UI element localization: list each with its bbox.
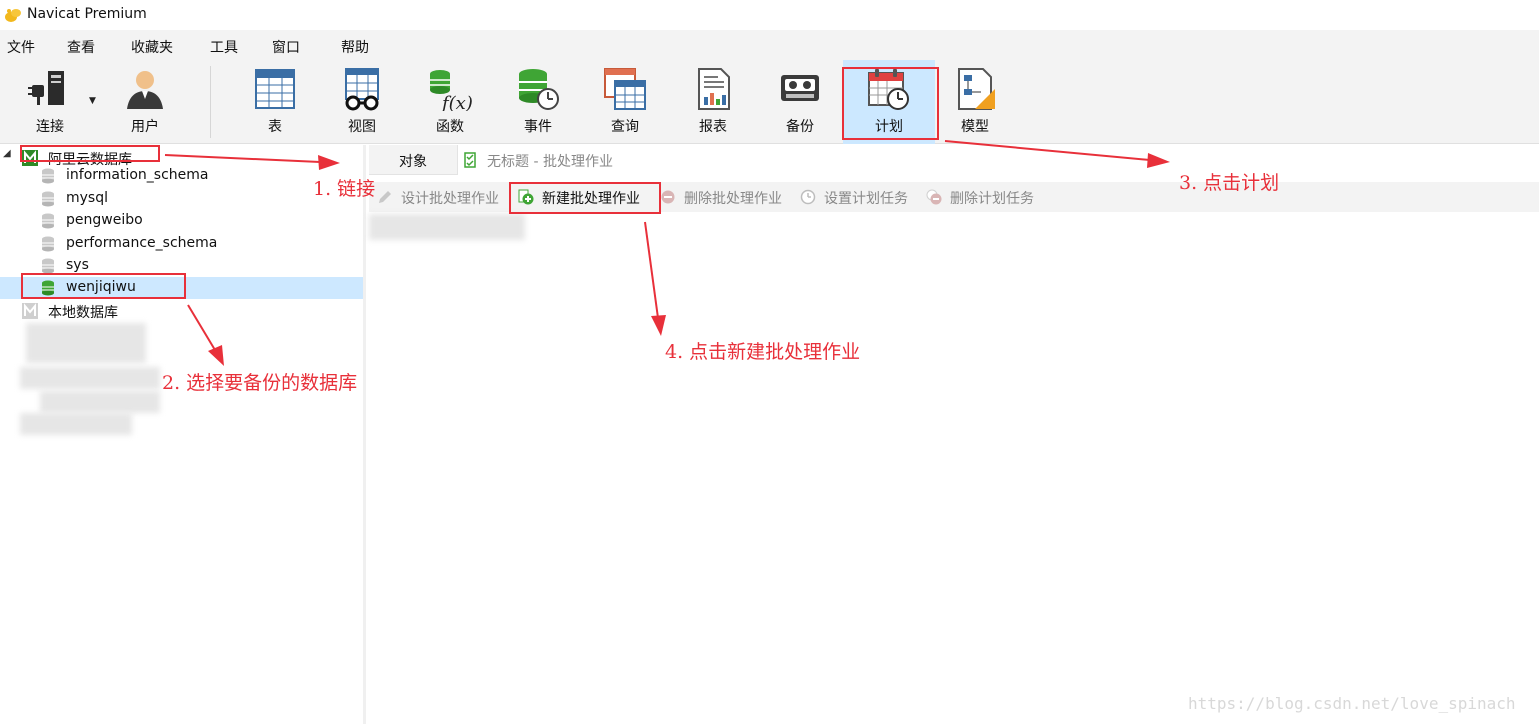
tree-database-pengweibo[interactable]: pengweibo: [0, 210, 363, 232]
watermark: https://blog.csdn.net/love_spinach: [1188, 694, 1516, 713]
model-icon: [958, 68, 995, 110]
window-title: Navicat Premium: [27, 6, 147, 22]
query-icon: [604, 68, 646, 110]
database-icon: [42, 236, 54, 252]
object-tab-bar: 对象 无标题 - 批处理作业: [369, 145, 1539, 175]
toolbar-model-label: 模型: [961, 119, 989, 135]
annotation-box-connection: [20, 145, 160, 162]
expand-arrow-icon[interactable]: ◢: [3, 148, 11, 159]
database-name: performance_schema: [66, 235, 218, 251]
menu-tools[interactable]: 工具: [210, 37, 238, 57]
annotation-step2: 2. 选择要备份的数据库: [162, 372, 358, 394]
delete-batch-job-button[interactable]: 删除批处理作业: [660, 182, 790, 212]
menu-window[interactable]: 窗口: [272, 37, 300, 57]
toolbar-function-label: 函数: [436, 119, 464, 135]
tree-database-performance-schema[interactable]: performance_schema: [0, 233, 363, 255]
toolbar-view-button[interactable]: 视图: [317, 60, 407, 144]
database-name: mysql: [66, 190, 108, 206]
blurred-tree-item: [20, 413, 132, 435]
user-icon: [127, 71, 163, 109]
event-icon: [519, 69, 559, 110]
delete-schedule-icon: [926, 189, 942, 205]
function-icon: f(x): [430, 70, 472, 111]
menu-favorites[interactable]: 收藏夹: [131, 37, 173, 57]
batch-job-icon: [464, 152, 476, 168]
toolbar-report-button[interactable]: 报表: [668, 60, 758, 144]
clock-icon: [800, 189, 816, 205]
blurred-tree-item: [26, 323, 146, 363]
toolbar-query-button[interactable]: 查询: [580, 60, 670, 144]
database-icon: [42, 213, 54, 229]
annotation-box-database: [21, 273, 186, 299]
tab-objects[interactable]: 对象: [369, 145, 457, 175]
navicat-logo-icon: [5, 9, 21, 22]
batch-job-list-area[interactable]: [369, 212, 1539, 724]
title-bar: Navicat Premium: [0, 0, 1539, 30]
toolbar-table-label: 表: [268, 119, 282, 135]
tree-database-information-schema[interactable]: information_schema: [0, 165, 363, 187]
view-glasses-icon: [345, 68, 379, 111]
toolbar-query-label: 查询: [611, 119, 639, 135]
annotation-step4: 4. 点击新建批处理作业: [665, 341, 861, 363]
menu-help[interactable]: 帮助: [341, 37, 369, 57]
svg-text:f(x): f(x): [440, 93, 472, 111]
annotation-step3: 3. 点击计划: [1179, 172, 1280, 194]
design-batch-job-button[interactable]: 设计批处理作业: [377, 182, 509, 212]
connection-closed-icon: [22, 303, 38, 319]
tab-batch-job-title: 无标题 - 批处理作业: [487, 154, 613, 170]
annotation-step1: 1. 链接: [313, 178, 376, 200]
toolbar-backup-label: 备份: [786, 119, 814, 135]
delete-schedule-label: 删除计划任务: [950, 191, 1034, 207]
toolbar-user-label: 用户: [131, 119, 159, 135]
toolbar-connect-button[interactable]: 连接: [5, 60, 95, 144]
toolbar-view-label: 视图: [348, 119, 376, 135]
chevron-down-icon[interactable]: ▼: [89, 96, 96, 106]
set-schedule-button[interactable]: 设置计划任务: [800, 182, 920, 212]
database-name: information_schema: [66, 167, 209, 183]
plug-connection-icon: [28, 71, 64, 105]
toolbar-report-label: 报表: [699, 119, 727, 135]
toolbar-backup-button[interactable]: 备份: [755, 60, 845, 144]
database-icon: [42, 258, 54, 274]
toolbar-event-button[interactable]: 事件: [493, 60, 583, 144]
set-schedule-label: 设置计划任务: [824, 191, 908, 207]
annotation-box-new-job: [509, 182, 661, 214]
toolbar-event-label: 事件: [524, 119, 552, 135]
blurred-tree-item: [20, 367, 160, 389]
table-icon: [255, 69, 295, 109]
toolbar-table-button[interactable]: 表: [230, 60, 320, 144]
pencil-icon: [379, 191, 391, 203]
toolbar-separator: [210, 66, 211, 138]
tree-database-mysql[interactable]: mysql: [0, 188, 363, 210]
connection-tree: ◢ 阿里云数据库 information_schema mysql pengwe…: [0, 145, 366, 724]
blurred-list-item: [369, 214, 525, 240]
menu-file[interactable]: 文件: [7, 37, 35, 57]
design-batch-job-label: 设计批处理作业: [401, 191, 499, 207]
main-toolbar: 连接 ▼ 用户 表 视图 f(x) 函数 事件 查询 报表 备份 计划 模型: [0, 60, 1539, 144]
delete-batch-job-label: 删除批处理作业: [684, 191, 782, 207]
database-name: sys: [66, 257, 89, 273]
toolbar-user-button[interactable]: 用户: [100, 60, 190, 144]
delete-schedule-button[interactable]: 删除计划任务: [926, 182, 1046, 212]
database-icon: [42, 168, 54, 184]
delete-icon: [661, 190, 675, 204]
tab-batch-job[interactable]: 无标题 - 批处理作业: [457, 145, 1539, 175]
toolbar-function-button[interactable]: f(x) 函数: [405, 60, 495, 144]
database-icon: [42, 191, 54, 207]
toolbar-model-button[interactable]: 模型: [930, 60, 1020, 144]
database-name: pengweibo: [66, 212, 143, 228]
blurred-tree-item: [40, 391, 160, 413]
menu-view[interactable]: 查看: [67, 37, 95, 57]
report-icon: [698, 68, 730, 110]
annotation-box-plan: [842, 67, 939, 140]
toolbar-connect-label: 连接: [36, 119, 64, 135]
tree-connection-local[interactable]: 本地数据库: [0, 300, 363, 322]
menu-bar: 文件 查看 收藏夹 工具 窗口 帮助: [0, 30, 1539, 60]
connection-name: 本地数据库: [48, 305, 118, 321]
backup-tape-icon: [781, 75, 819, 101]
